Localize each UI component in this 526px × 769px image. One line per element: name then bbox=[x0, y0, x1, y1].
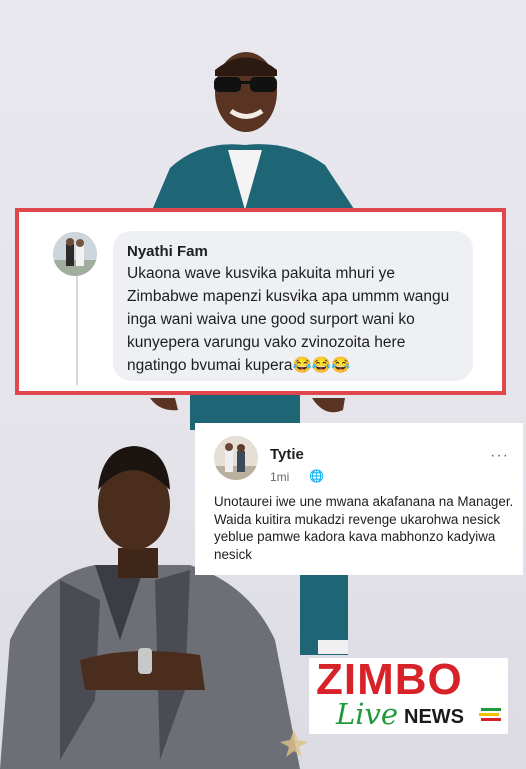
more-options-icon[interactable]: ··· bbox=[490, 447, 509, 465]
comment-timestamp[interactable]: 1mi bbox=[270, 470, 289, 484]
comment-author-name[interactable]: Tytie bbox=[270, 446, 304, 463]
reply-thread-line bbox=[76, 275, 78, 385]
logo-flag-stripes bbox=[479, 708, 501, 721]
comment-text: Unotaurei iwe une mwana akafanana na Man… bbox=[214, 494, 514, 562]
logo-news-text: NEWS bbox=[404, 706, 464, 728]
comment-author-name[interactable]: Nyathi Fam bbox=[127, 243, 208, 260]
tytie-avatar[interactable] bbox=[214, 436, 258, 480]
logo-live-text: Live bbox=[336, 697, 399, 731]
comment-text: Ukaona wave kusvika pakuita mhuri ye Zim… bbox=[127, 265, 450, 374]
globe-icon: 🌐 bbox=[309, 469, 324, 483]
nyathi-fam-avatar[interactable] bbox=[53, 232, 97, 276]
